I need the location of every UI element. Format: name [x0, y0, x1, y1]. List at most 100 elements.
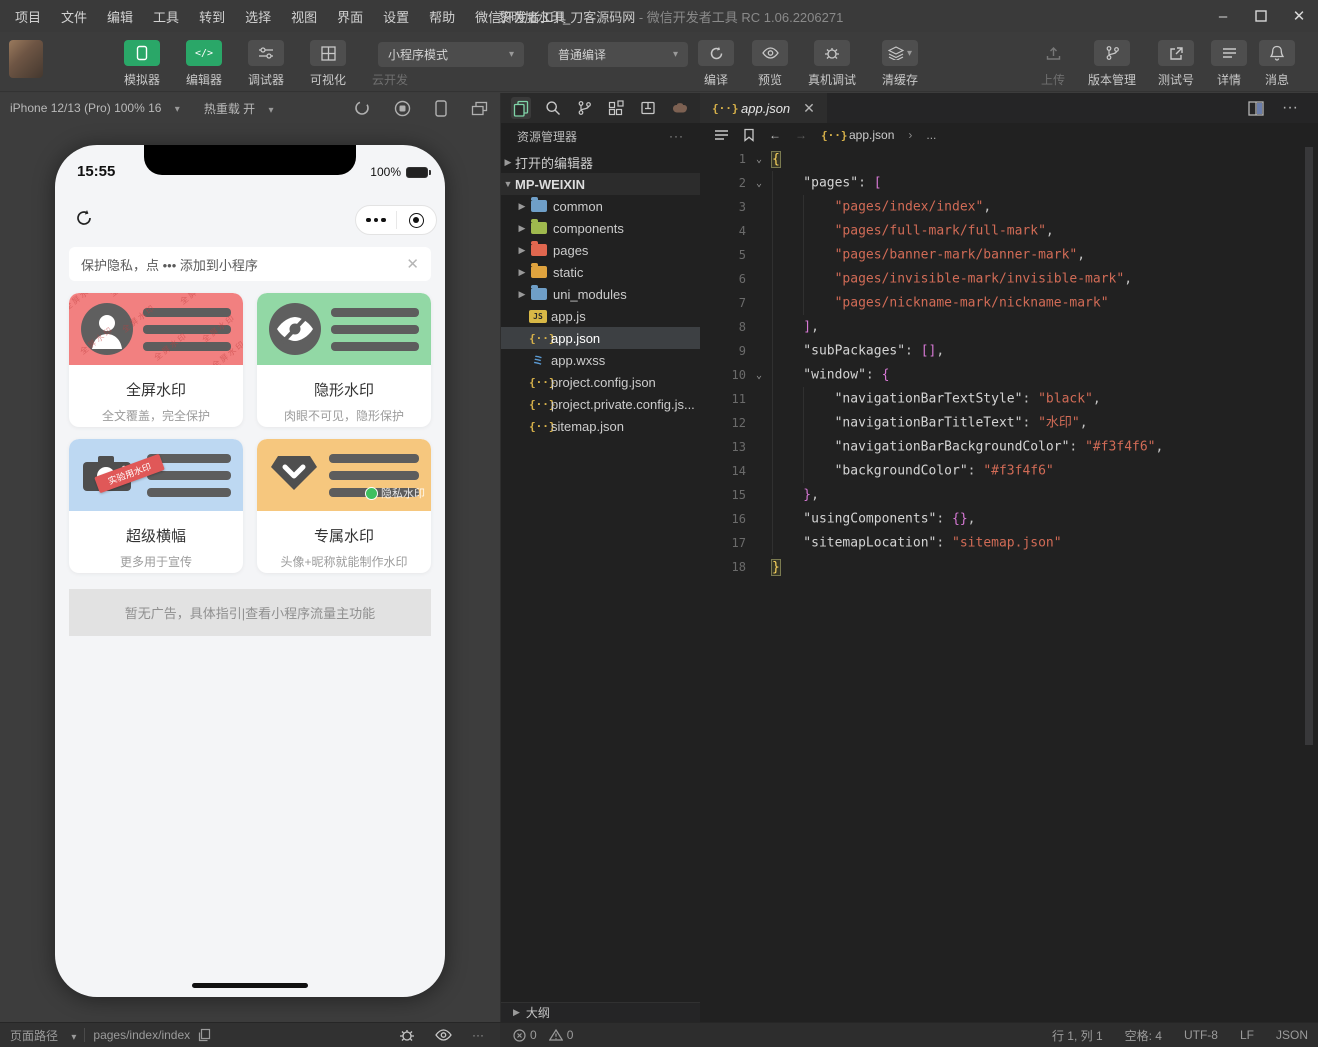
tree-file-app.js[interactable]: JS app.js — [501, 305, 700, 327]
menu-转到[interactable]: 转到 — [190, 3, 234, 30]
editor-scrollbar[interactable] — [1305, 147, 1313, 745]
menu-项目[interactable]: 项目 — [6, 3, 50, 30]
page-refresh-icon[interactable] — [75, 209, 93, 227]
source-control-icon[interactable] — [575, 97, 595, 119]
tab-app-json[interactable]: {··} app.json ✕ — [700, 93, 827, 123]
code-line-14[interactable]: 14 "backgroundColor": "#f3f4f6" — [700, 459, 1304, 483]
tree-folder-pages[interactable]: ▶ pages — [501, 239, 700, 261]
tree-file-sitemap.json[interactable]: {··} sitemap.json — [501, 415, 700, 437]
menu-帮助[interactable]: 帮助 — [420, 3, 464, 30]
encoding[interactable]: UTF-8 — [1184, 1028, 1218, 1042]
compile-button[interactable]: 编译 — [696, 40, 736, 88]
record-icon[interactable] — [394, 100, 411, 117]
messages-button[interactable]: 消息 — [1259, 40, 1295, 88]
device-debug-button[interactable]: 真机调试 — [804, 40, 860, 88]
tab-close-icon[interactable]: ✕ — [803, 100, 815, 117]
menu-视图[interactable]: 视图 — [282, 3, 326, 30]
close-miniprogram-button[interactable] — [397, 212, 437, 228]
eol[interactable]: LF — [1240, 1028, 1254, 1042]
breadcrumb-file[interactable]: {··} app.json — [821, 128, 894, 142]
copy-path-icon[interactable] — [198, 1028, 211, 1042]
fold-chevron-icon[interactable]: ⌄ — [746, 178, 772, 189]
details-button[interactable]: 详情 — [1211, 40, 1247, 88]
tree-folder-uni-modules[interactable]: ▶ uni_modules — [501, 283, 700, 305]
visualize-toggle[interactable]: 可视化 — [304, 40, 352, 88]
fold-chevron-icon[interactable]: ⌄ — [746, 370, 772, 381]
menu-工具[interactable]: 工具 — [144, 3, 188, 30]
code-line-4[interactable]: 4 "pages/full-mark/full-mark", — [700, 219, 1304, 243]
tree-folder-components[interactable]: ▶ components — [501, 217, 700, 239]
rotate-device-icon[interactable] — [435, 99, 447, 117]
extensions-icon[interactable] — [606, 97, 626, 119]
user-avatar[interactable] — [9, 40, 43, 78]
watermark-card-4[interactable]: 隐私水印 专属水印 头像+昵称就能制作水印 — [257, 439, 431, 573]
banner-close-icon[interactable]: ✕ — [406, 255, 419, 273]
code-line-17[interactable]: 17 "sitemapLocation": "sitemap.json" — [700, 531, 1304, 555]
language-mode[interactable]: JSON — [1276, 1028, 1308, 1042]
page-path-selector[interactable]: 页面路径 ▾ — [10, 1027, 76, 1044]
menu-界面[interactable]: 界面 — [328, 3, 372, 30]
maximize-button[interactable] — [1242, 0, 1280, 32]
split-editor-icon[interactable] — [1248, 100, 1264, 116]
test-account-button[interactable]: 测试号 — [1154, 40, 1198, 88]
preview-button[interactable]: 预览 — [750, 40, 790, 88]
more-menu-button[interactable] — [356, 217, 396, 223]
cursor-position[interactable]: 行 1, 列 1 — [1052, 1027, 1103, 1044]
nav-forward-icon[interactable]: → — [795, 128, 807, 142]
device-selector[interactable]: iPhone 12/13 (Pro) 100% 16 ▾ — [10, 101, 180, 115]
watermark-card-2[interactable]: 隐形水印 肉眼不可见，隐形保护 — [257, 293, 431, 427]
tree-file-app.json[interactable]: {··} app.json — [501, 327, 700, 349]
code-line-8[interactable]: 8], — [700, 315, 1304, 339]
mode-select[interactable]: 小程序模式 ▾ — [378, 42, 524, 67]
code-line-5[interactable]: 5 "pages/banner-mark/banner-mark", — [700, 243, 1304, 267]
bookmark-icon[interactable] — [743, 128, 755, 142]
hot-reload-toggle[interactable]: 热重载 开 ▾ — [204, 100, 274, 117]
close-button[interactable]: ✕ — [1280, 0, 1318, 32]
explorer-more-icon[interactable]: ··· — [669, 129, 684, 143]
code-line-13[interactable]: 13 "navigationBarBackgroundColor": "#f3f4… — [700, 435, 1304, 459]
plugin-icon[interactable] — [670, 97, 690, 119]
editor-more-icon[interactable]: ··· — [1282, 99, 1298, 117]
code-line-15[interactable]: 15}, — [700, 483, 1304, 507]
code-line-7[interactable]: 7 "pages/nickname-mark/nickname-mark" — [700, 291, 1304, 315]
outline-section[interactable]: ▶ 大纲 — [501, 1002, 700, 1022]
code-area[interactable]: 1 ⌄{2 ⌄ "pages": [3 "pages/index/index", 4 "pa… — [700, 147, 1304, 1022]
detach-window-icon[interactable] — [471, 101, 488, 116]
problems-indicator[interactable]: 0 0 — [505, 1023, 573, 1047]
simulator-toggle[interactable]: 模拟器 — [118, 40, 166, 88]
compile-mode-select[interactable]: 普通编译 ▾ — [548, 42, 688, 67]
statusbar-more-icon[interactable]: ··· — [472, 1028, 484, 1042]
npm-icon[interactable] — [638, 97, 658, 119]
editor-toggle[interactable]: </> 编辑器 — [180, 40, 228, 88]
outline-list-icon[interactable] — [714, 129, 729, 141]
refresh-sim-icon[interactable] — [354, 100, 370, 116]
statusbar-eye-icon[interactable] — [435, 1029, 452, 1041]
project-root-folder[interactable]: ▼ MP-WEIXIN — [501, 173, 700, 195]
code-line-18[interactable]: 18} — [700, 555, 1304, 579]
tree-folder-static[interactable]: ▶ static — [501, 261, 700, 283]
code-line-1[interactable]: 1 ⌄{ — [700, 147, 1304, 171]
code-line-3[interactable]: 3 "pages/index/index", — [700, 195, 1304, 219]
clear-cache-button[interactable]: ▾ 清缓存 — [874, 40, 926, 88]
nav-back-icon[interactable]: ← — [769, 128, 781, 142]
code-line-2[interactable]: 2 ⌄ "pages": [ — [700, 171, 1304, 195]
watermark-card-3[interactable]: 实验用水印 超级横幅 更多用于宣传 — [69, 439, 243, 573]
breadcrumb-more[interactable]: ... — [926, 128, 936, 142]
tree-file-app.wxss[interactable]: ミ app.wxss — [501, 349, 700, 371]
menu-文件[interactable]: 文件 — [52, 3, 96, 30]
menu-选择[interactable]: 选择 — [236, 3, 280, 30]
code-line-6[interactable]: 6 "pages/invisible-mark/invisible-mark", — [700, 267, 1304, 291]
code-line-12[interactable]: 12 "navigationBarTitleText": "水印", — [700, 411, 1304, 435]
indentation[interactable]: 空格: 4 — [1125, 1027, 1162, 1044]
code-line-9[interactable]: 9 "subPackages": [], — [700, 339, 1304, 363]
tree-file-project.config.json[interactable]: {··} project.config.json — [501, 371, 700, 393]
code-line-10[interactable]: 10 ⌄ "window": { — [700, 363, 1304, 387]
tree-file-project.private.config.js...[interactable]: {··} project.private.config.js... — [501, 393, 700, 415]
open-editors-section[interactable]: ▶ 打开的编辑器 — [501, 151, 700, 173]
menu-编辑[interactable]: 编辑 — [98, 3, 142, 30]
statusbar-bug-icon[interactable] — [399, 1027, 415, 1043]
code-line-16[interactable]: 16 "usingComponents": {}, — [700, 507, 1304, 531]
watermark-card-1[interactable]: 全屏水印全屏水印全屏水印全屏水印全屏水印全屏水印全屏水印全屏水印全屏水印全文覆盖… — [69, 293, 243, 427]
menu-设置[interactable]: 设置 — [374, 3, 418, 30]
version-manage-button[interactable]: 版本管理 — [1084, 40, 1140, 88]
